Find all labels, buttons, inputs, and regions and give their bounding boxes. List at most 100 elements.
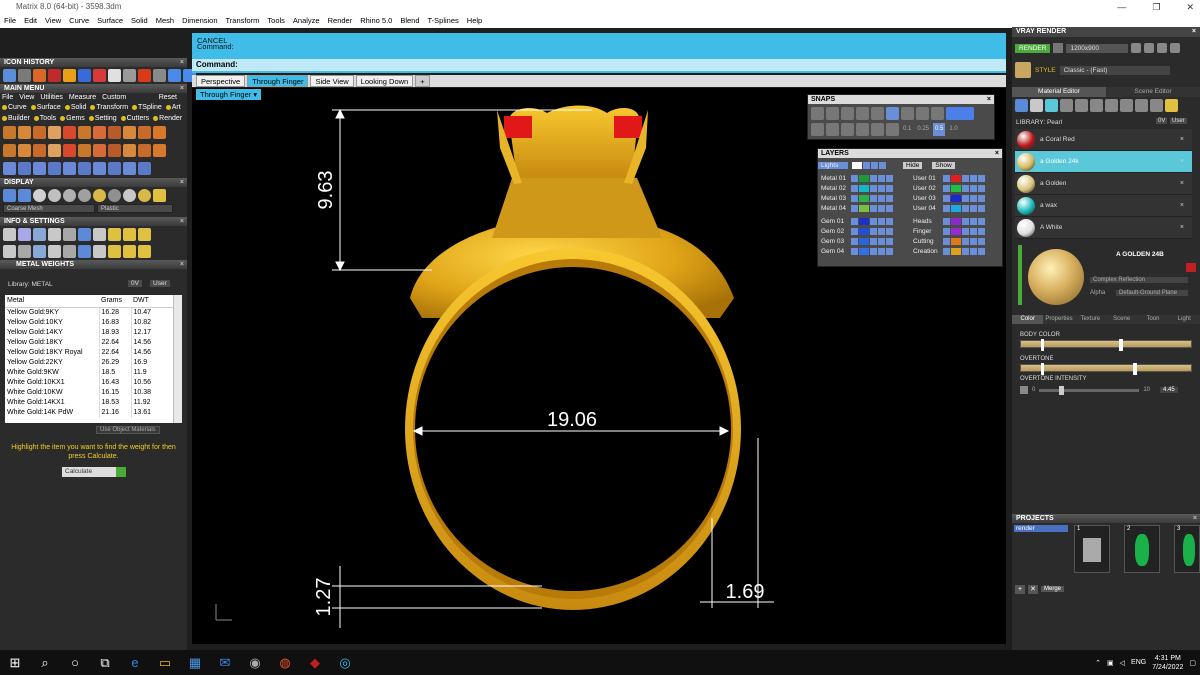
layer-row[interactable]: Finger xyxy=(910,226,1002,236)
command-input[interactable]: Command: xyxy=(192,59,1006,71)
calculate-button[interactable]: Calculate xyxy=(62,467,126,477)
view-icon[interactable] xyxy=(3,245,16,258)
tab-properties[interactable]: Properties xyxy=(1043,315,1075,324)
show-button[interactable]: Show xyxy=(932,161,955,169)
select-icon[interactable] xyxy=(78,69,91,82)
cat-art[interactable]: Art xyxy=(165,102,181,113)
viewport-dropdown[interactable]: Through Finger ▾ xyxy=(196,89,262,100)
layer-swatch[interactable] xyxy=(951,174,961,182)
material-item[interactable]: a Coral Red × xyxy=(1015,129,1192,151)
scale-icon[interactable] xyxy=(63,162,76,175)
project-item[interactable]: render xyxy=(1014,525,1068,532)
layer-row[interactable]: User 04 xyxy=(910,203,1002,213)
layer-swatch[interactable] xyxy=(859,247,869,255)
merge-button[interactable]: Merge xyxy=(1041,586,1065,592)
menu-curve[interactable]: Curve xyxy=(69,14,89,28)
pipe-icon[interactable] xyxy=(78,144,91,157)
reflection-dropdown[interactable]: Complex Reflection xyxy=(1090,277,1188,283)
layer-swatch[interactable] xyxy=(951,217,961,225)
table-row[interactable]: Yellow Gold:18KY Royal 22.64 14.56 xyxy=(5,347,175,358)
snap-value-2[interactable]: 0.25 xyxy=(915,123,931,136)
cat-gems[interactable]: Gems xyxy=(60,113,85,124)
menu-view[interactable]: View xyxy=(45,14,61,28)
tab-looking-down[interactable]: Looking Down xyxy=(355,75,414,87)
overtone-slider[interactable] xyxy=(1020,363,1192,375)
prong-icon[interactable] xyxy=(138,69,151,82)
circle-icon[interactable] xyxy=(138,162,151,175)
copy-render-icon[interactable] xyxy=(1144,43,1155,53)
gallery-icon[interactable] xyxy=(153,126,166,139)
render-button[interactable]: RENDER xyxy=(1015,43,1051,53)
table-icon[interactable] xyxy=(48,228,61,241)
snap-knot-icon[interactable] xyxy=(916,107,929,120)
move-icon[interactable] xyxy=(78,162,91,175)
material-item-selected[interactable]: a Golden 24k × xyxy=(1015,151,1192,173)
menu-rhino[interactable]: Rhino 5.0 xyxy=(360,14,392,28)
layer-row[interactable]: Gem 01 xyxy=(818,216,910,226)
menu-dimension[interactable]: Dimension xyxy=(182,14,217,28)
snap-value-4[interactable]: 1.0 xyxy=(947,123,959,136)
restore-button[interactable]: ❐ xyxy=(1152,0,1160,14)
tab-scene-editor[interactable]: Scene Editor xyxy=(1106,87,1200,97)
save-render-icon[interactable] xyxy=(1131,43,1142,53)
material-dropdown[interactable]: Plastic xyxy=(97,204,173,213)
menu-file[interactable]: File xyxy=(4,14,16,28)
open-icon[interactable] xyxy=(3,69,16,82)
table-row[interactable]: White Gold:10KW 16.15 10.38 xyxy=(5,387,175,398)
rail-icon[interactable] xyxy=(48,144,61,157)
layer-swatch[interactable] xyxy=(951,247,961,255)
drop-icon[interactable] xyxy=(1015,99,1028,112)
layer-swatch[interactable] xyxy=(859,204,869,212)
export-mat-icon[interactable] xyxy=(1150,99,1163,112)
loft-icon[interactable] xyxy=(33,144,46,157)
shank-icon[interactable] xyxy=(18,126,31,139)
project-thumb-3[interactable]: 3 xyxy=(1174,525,1200,573)
clock[interactable]: 4:31 PM 7/24/2022 xyxy=(1152,654,1183,672)
sphere-icon[interactable] xyxy=(33,189,46,202)
add-mat-icon[interactable] xyxy=(1060,99,1073,112)
bezel-icon[interactable] xyxy=(3,126,16,139)
snap-toggle-button[interactable] xyxy=(946,107,974,120)
snap-quad-icon[interactable] xyxy=(901,107,914,120)
tab-scene[interactable]: Scene xyxy=(1105,315,1138,324)
measure-icon[interactable] xyxy=(18,228,31,241)
remove-project-button[interactable]: ✕ xyxy=(1028,584,1038,594)
menu-surface[interactable]: Surface xyxy=(97,14,123,28)
mesh-dropdown[interactable]: Coarse Mesh xyxy=(3,204,95,213)
layer-row[interactable]: Metal 03 xyxy=(818,193,910,203)
network-icon[interactable]: ▣ xyxy=(1107,659,1114,667)
settings-render-icon[interactable] xyxy=(1157,43,1168,53)
layers-icon[interactable] xyxy=(63,245,76,258)
layer-swatch[interactable] xyxy=(951,204,961,212)
layer-row[interactable]: Cutting xyxy=(910,236,1002,246)
resolution-field[interactable]: 1200x900 xyxy=(1066,43,1129,53)
doc-icon[interactable] xyxy=(93,228,106,241)
copy-mat-icon[interactable] xyxy=(1090,99,1103,112)
fillet-icon[interactable] xyxy=(108,144,121,157)
style-dropdown[interactable]: Classic - (Fast) xyxy=(1059,65,1170,75)
mm-utilities[interactable]: Utilities xyxy=(40,93,63,102)
pencil-icon[interactable] xyxy=(78,228,91,241)
settings-3-icon[interactable] xyxy=(138,228,151,241)
snap-value-1[interactable]: 0.1 xyxy=(901,123,913,136)
preview-collapse-handle[interactable] xyxy=(1018,245,1022,305)
menu-render[interactable]: Render xyxy=(328,14,353,28)
tray-up-icon[interactable]: ⌃ xyxy=(1095,659,1101,667)
mm-file[interactable]: File xyxy=(2,93,13,102)
cat-tspline[interactable]: TSpline xyxy=(132,102,162,113)
snap-planar-icon[interactable] xyxy=(841,123,854,136)
use-object-materials-button[interactable]: Use Object Materials xyxy=(96,426,160,434)
table-row[interactable]: Yellow Gold:18KY 22.64 14.56 xyxy=(5,337,175,348)
layer-row[interactable]: Gem 03 xyxy=(818,236,910,246)
tab-material-editor[interactable]: Material Editor xyxy=(1012,87,1106,97)
settings-5-icon[interactable] xyxy=(123,245,136,258)
layer-swatch[interactable] xyxy=(859,184,869,192)
layer-row[interactable]: Heads xyxy=(910,216,1002,226)
export-icon[interactable] xyxy=(78,245,91,258)
settings-1-icon[interactable] xyxy=(108,228,121,241)
head-icon[interactable] xyxy=(48,126,61,139)
tab-toon[interactable]: Toon xyxy=(1137,315,1169,324)
gold-sphere-icon[interactable] xyxy=(93,189,106,202)
table-row[interactable]: Yellow Gold:10KY 16.83 10.82 xyxy=(5,317,175,328)
task-view-icon[interactable]: ⧉ xyxy=(90,650,120,675)
